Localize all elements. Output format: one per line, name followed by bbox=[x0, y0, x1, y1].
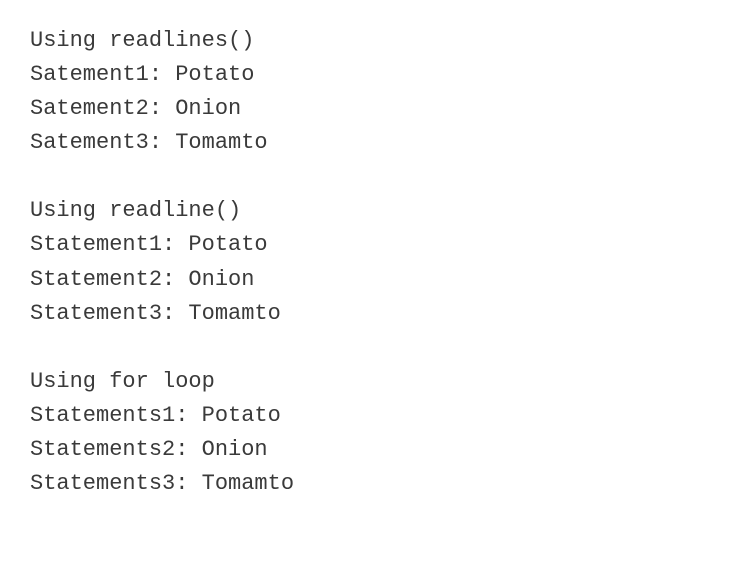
output-block-readlines: Using readlines() Satement1: Potato Sate… bbox=[30, 24, 707, 160]
output-line: Statements3: Tomamto bbox=[30, 467, 707, 501]
block-header: Using readline() bbox=[30, 194, 707, 228]
output-block-forloop: Using for loop Statements1: Potato State… bbox=[30, 365, 707, 501]
output-line: Satement2: Onion bbox=[30, 92, 707, 126]
output-block-readline: Using readline() Statement1: Potato Stat… bbox=[30, 194, 707, 330]
output-line: Satement1: Potato bbox=[30, 58, 707, 92]
output-line: Statement3: Tomamto bbox=[30, 297, 707, 331]
output-line: Statement2: Onion bbox=[30, 263, 707, 297]
block-header: Using for loop bbox=[30, 365, 707, 399]
output-line: Statement1: Potato bbox=[30, 228, 707, 262]
output-line: Statements1: Potato bbox=[30, 399, 707, 433]
block-header: Using readlines() bbox=[30, 24, 707, 58]
output-line: Satement3: Tomamto bbox=[30, 126, 707, 160]
output-line: Statements2: Onion bbox=[30, 433, 707, 467]
